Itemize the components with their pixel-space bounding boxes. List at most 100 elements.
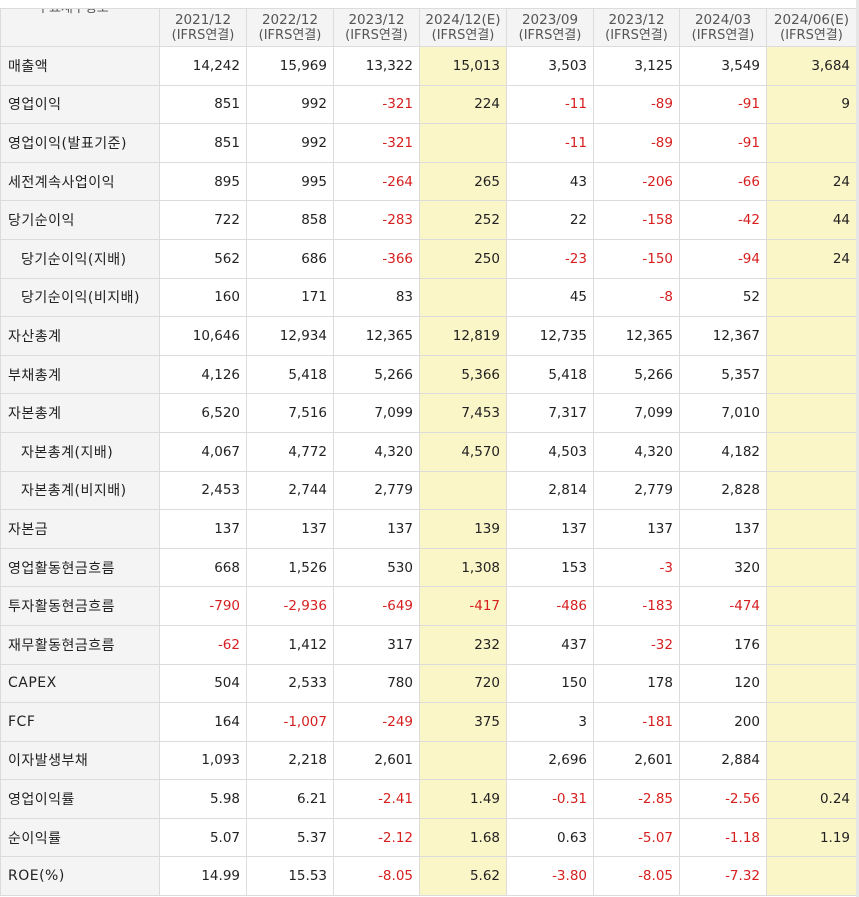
table-cell: 851 [159, 84, 247, 125]
table-cell: 153 [506, 547, 594, 588]
table-row: 자본총계(비지배) 2,453 2,744 2,779 2,814 2,779 2,828 [0, 470, 857, 511]
table-cell: 10,646 [159, 316, 247, 356]
row-label: CAPEX [0, 663, 160, 704]
row-label: FCF [0, 702, 160, 742]
table-cell [766, 354, 857, 395]
table-cell: 992 [246, 123, 334, 163]
table-cell: 2,814 [506, 470, 594, 511]
financial-summary-table: 주요재무정보 2021/12 (IFRS연결) 2022/12 (IFRS연결) 202… [0, 8, 857, 897]
row-label: 재무활동현금흐름 [0, 624, 160, 665]
table-cell: 720 [419, 663, 507, 704]
column-basis: (IFRS연결) [605, 27, 668, 43]
table-cell: -321 [333, 84, 420, 125]
table-cell: -11 [506, 84, 594, 125]
table-cell [766, 586, 857, 626]
row-label: 자산총계 [0, 316, 160, 356]
table-cell: 1.68 [419, 817, 507, 858]
table-cell: 2,884 [679, 740, 767, 781]
table-cell: 504 [159, 663, 247, 704]
table-cell: -474 [679, 586, 767, 626]
row-label: 영업이익률 [0, 779, 160, 819]
row-label: 자본총계(비지배) [0, 470, 160, 511]
table-cell: 686 [246, 238, 334, 279]
column-period: 2023/12 [348, 11, 405, 28]
table-row: 자본총계 6,520 7,516 7,099 7,453 7,317 7,099 7,010 [0, 393, 857, 433]
table-cell: 12,365 [593, 316, 680, 356]
table-cell [766, 702, 857, 742]
table-cell: 200 [679, 702, 767, 742]
table-row: 이자발생부채 1,093 2,218 2,601 2,696 2,601 2,884 [0, 740, 857, 781]
table-cell: 4,772 [246, 431, 334, 472]
column-period: 2024/12(E) [425, 11, 501, 28]
table-cell [766, 393, 857, 433]
table-cell: -417 [419, 586, 507, 626]
column-period: 2022/12 [261, 11, 319, 28]
table-cell: -2,936 [246, 586, 334, 626]
table-cell [419, 123, 507, 163]
table-cell: -89 [593, 123, 680, 163]
table-cell: -11 [506, 123, 594, 163]
table-cell: -790 [159, 586, 247, 626]
table-cell: 2,779 [333, 470, 420, 511]
table-cell: -3.80 [506, 856, 594, 897]
table-cell: 252 [419, 200, 507, 240]
column-basis: (IFRS연결) [431, 27, 495, 43]
table-cell: -321 [333, 123, 420, 163]
column-basis: (IFRS연결) [345, 27, 408, 43]
table-cell: 4,182 [679, 431, 767, 472]
table-cell: -3 [593, 547, 680, 588]
table-row: 자본금 137 137 137 139 137 137 137 [0, 509, 857, 549]
table-row: 당기순이익 722 858 -283 252 22 -158 -42 44 [0, 200, 857, 240]
table-cell: 160 [159, 277, 247, 318]
table-cell: 851 [159, 123, 247, 163]
table-cell: 12,934 [246, 316, 334, 356]
table-cell: -183 [593, 586, 680, 626]
table-row: CAPEX 504 2,533 780 720 150 178 120 [0, 663, 857, 704]
table-cell [766, 277, 857, 318]
table-cell: 24 [766, 161, 857, 202]
table-cell: 7,453 [419, 393, 507, 433]
table-cell: 14,242 [159, 46, 247, 86]
table-cell: 250 [419, 238, 507, 279]
table-cell: 4,320 [593, 431, 680, 472]
table-cell: 7,099 [593, 393, 680, 433]
table-cell: 895 [159, 161, 247, 202]
table-cell: 3,503 [506, 46, 594, 86]
column-period: 2023/09 [521, 11, 579, 28]
table-cell [766, 663, 857, 704]
row-label: 자본금 [0, 509, 160, 549]
table-cell: 6.21 [246, 779, 334, 819]
table-cell [766, 470, 857, 511]
table-row: 매출액 14,242 15,969 13,322 15,013 3,503 3,125 3,5… [0, 46, 857, 86]
table-cell [766, 123, 857, 163]
column-header: 2023/12 (IFRS연결) [593, 8, 680, 47]
table-row: 영업이익률 5.98 6.21 -2.41 1.49 -0.31 -2.85 -2.56 0.2… [0, 779, 857, 819]
table-cell: 2,696 [506, 740, 594, 781]
table-row: 부채총계 4,126 5,418 5,266 5,366 5,418 5,266 5,357 [0, 354, 857, 395]
table-cell [419, 470, 507, 511]
table-cell: -89 [593, 84, 680, 125]
table-row: 순이익률 5.07 5.37 -2.12 1.68 0.63 -5.07 -1.18 1.19 [0, 817, 857, 858]
table-cell: 7,099 [333, 393, 420, 433]
column-header: 2022/12 (IFRS연결) [246, 8, 334, 47]
column-header: 2024/06(E) (IFRS연결) [766, 8, 857, 47]
table-cell: 83 [333, 277, 420, 318]
table-cell: 4,067 [159, 431, 247, 472]
table-cell: 3,684 [766, 46, 857, 86]
table-cell: -486 [506, 586, 594, 626]
table-cell: 7,010 [679, 393, 767, 433]
table-cell: 5,357 [679, 354, 767, 395]
table-cell: 12,819 [419, 316, 507, 356]
table-cell: 137 [593, 509, 680, 549]
table-cell: 45 [506, 277, 594, 318]
corner-label: 주요재무정보 [37, 8, 109, 17]
table-cell: 2,744 [246, 470, 334, 511]
table-cell: 722 [159, 200, 247, 240]
table-cell: -158 [593, 200, 680, 240]
table-cell: -5.07 [593, 817, 680, 858]
table-cell: 2,453 [159, 470, 247, 511]
table-row: 재무활동현금흐름 -62 1,412 317 232 437 -32 176 [0, 624, 857, 665]
table-cell: 317 [333, 624, 420, 665]
table-cell: 22 [506, 200, 594, 240]
table-cell: 137 [246, 509, 334, 549]
